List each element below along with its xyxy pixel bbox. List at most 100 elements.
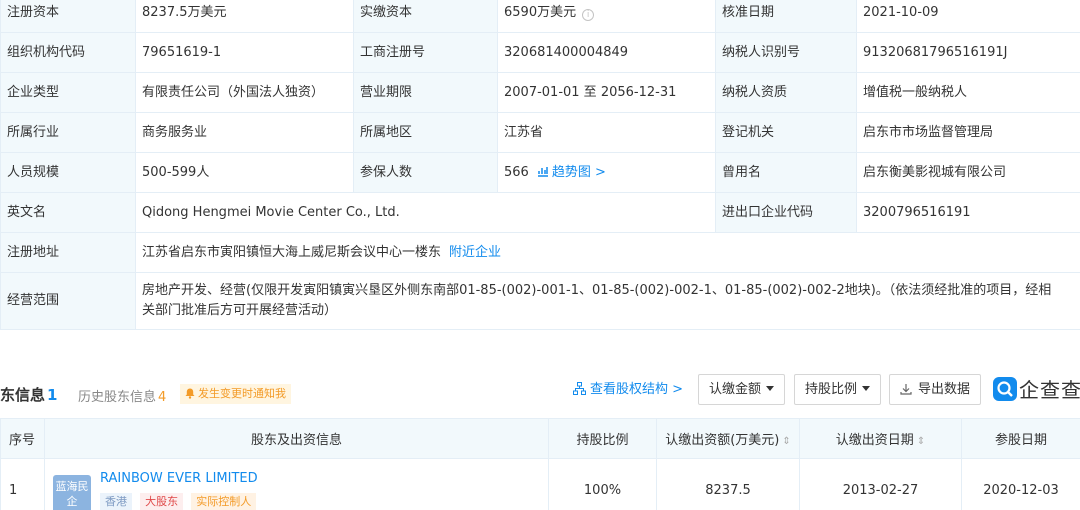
info-row: 注册资本 8237.5万美元 实缴资本 6590万美元 i 核准日期 2021-1… (0, 0, 1080, 33)
address-value: 江苏省启东市寅阳镇恒大海上威尼斯会议中心一楼东 (142, 244, 442, 260)
tag-region: 香港 (100, 492, 132, 510)
history-label: 历史股东信息 (78, 390, 157, 405)
info-value: 增值税一般纳税人 (856, 72, 1080, 113)
info-key: 所属行业 (0, 112, 136, 153)
qichacha-logo-icon (993, 376, 1017, 401)
info-icon[interactable]: i (582, 8, 595, 21)
logo-text: 企查查 (1019, 378, 1080, 402)
share-ratio-value: 100% (548, 458, 657, 510)
info-value: 2021-10-09 (856, 0, 1080, 33)
shareholder-toolbar: 股东信息1 历史股东信息4 发生变更时通知我 查看股权结构 > 认缴金额 持股比… (0, 374, 1080, 410)
info-key: 企业类型 (0, 72, 136, 113)
info-key: 实缴资本 (353, 0, 498, 33)
share-ratio-label: 持股比例 (805, 382, 858, 397)
table-header-row: 序号 股东及出资信息 持股比例 认缴出资额(万美元) ⇕ 认缴出资日期 ⇕ 参股日期 (0, 418, 1080, 459)
column-header-ratio: 持股比例 (548, 418, 657, 459)
export-label: 导出数据 (918, 382, 971, 397)
table-row: 1 蓝海民企 RAINBOW EVER LIMITED 香港 大股东 实际控制人… (0, 458, 1080, 510)
info-row: 英文名 Qidong Hengmei Movie Center Co., Ltd… (0, 192, 1080, 233)
shareholder-info: 蓝海民企 RAINBOW EVER LIMITED 香港 大股东 实际控制人 (53, 471, 548, 510)
info-value: 江苏省启东市寅阳镇恒大海上威尼斯会议中心一楼东 附近企业 (135, 232, 1080, 273)
chevron-down-icon (862, 386, 871, 391)
info-value: 江苏省 (497, 112, 716, 153)
info-key: 营业期限 (353, 72, 498, 113)
qichacha-logo: 企查查 (993, 374, 1080, 404)
info-key: 英文名 (0, 192, 136, 233)
info-value: 3200796516191 (856, 192, 1080, 233)
download-icon (900, 384, 912, 395)
business-scope-value: 房地产开发、经营(仅限开发寅阳镇寅兴垦区外侧东南部01-85-(002)-001… (135, 272, 1080, 330)
subscribe-date-header-label: 认缴出资日期 (835, 433, 914, 448)
column-header-join-date: 参股日期 (961, 418, 1080, 459)
trend-chart-icon (537, 166, 548, 177)
nearby-companies-link[interactable]: 附近企业 (449, 245, 501, 260)
info-key: 组织机构代码 (0, 32, 136, 73)
history-shareholder-tab[interactable]: 历史股东信息 4 (78, 386, 166, 405)
company-logo: 蓝海民企 (53, 474, 91, 510)
info-value: 320681400004849 (497, 32, 716, 73)
info-key: 纳税人识别号 (715, 32, 857, 73)
info-value: 启东衡美影视城有限公司 (856, 152, 1080, 193)
info-key: 曾用名 (715, 152, 857, 193)
info-value: 566 趋势图 > (497, 152, 716, 193)
column-header-amount[interactable]: 认缴出资额(万美元) ⇕ (656, 418, 800, 459)
export-button[interactable]: 导出数据 (889, 374, 982, 405)
info-value: Qidong Hengmei Movie Center Co., Ltd. (135, 192, 716, 233)
join-date-value: 2020-12-03 (961, 458, 1080, 510)
info-value: 500-599人 (135, 152, 354, 193)
paid-capital-value: 6590万美元 (504, 4, 577, 20)
info-row: 人员规模 500-599人 参保人数 566 趋势图 > 曾用名 启东衡美影视城有… (0, 152, 1080, 193)
shareholder-cell: 蓝海民企 RAINBOW EVER LIMITED 香港 大股东 实际控制人 (44, 458, 549, 510)
info-row: 所属行业 商务服务业 所属地区 江苏省 登记机关 启东市市场监督管理局 (0, 112, 1080, 153)
info-key: 参保人数 (353, 152, 498, 193)
bell-icon (185, 388, 195, 399)
trend-chart-label: 趋势图 > (551, 164, 606, 180)
equity-link-label: 查看股权结构 > (590, 382, 684, 397)
history-count: 4 (158, 390, 167, 405)
change-notify-button[interactable]: 发生变更时通知我 (180, 384, 291, 404)
info-value: 79651619-1 (135, 32, 354, 73)
info-value: 2007-01-01 至 2056-12-31 (497, 72, 716, 113)
info-row: 组织机构代码 79651619-1 工商注册号 320681400004849 … (0, 32, 1080, 73)
sort-icon: ⇕ (916, 436, 926, 447)
info-key: 登记机关 (715, 112, 857, 153)
info-key: 核准日期 (715, 0, 857, 33)
notify-label: 发生变更时通知我 (198, 387, 286, 400)
info-value: 8237.5万美元 (135, 0, 354, 33)
insured-count: 566 (504, 164, 529, 180)
tag-major-shareholder: 大股东 (140, 492, 184, 510)
equity-structure-link[interactable]: 查看股权结构 > (573, 380, 683, 400)
info-key: 注册资本 (0, 0, 136, 33)
shareholder-table: 序号 股东及出资信息 持股比例 认缴出资额(万美元) ⇕ 认缴出资日期 ⇕ 参股日期… (0, 418, 1080, 510)
trend-chart-link[interactable]: 趋势图 > (529, 165, 606, 180)
info-value: 有限责任公司（外国法人独资） (135, 72, 354, 113)
shareholder-count: 1 (47, 386, 58, 404)
column-header-shareholder: 股东及出资信息 (44, 418, 549, 459)
info-key: 纳税人资质 (715, 72, 857, 113)
info-value: 启东市市场监督管理局 (856, 112, 1080, 153)
org-structure-icon (573, 382, 586, 395)
row-index: 1 (0, 458, 45, 510)
info-key: 注册地址 (0, 232, 136, 273)
shareholder-title: 股东信息 (0, 386, 46, 404)
basic-info-table: 注册资本 8237.5万美元 实缴资本 6590万美元 i 核准日期 2021-1… (0, 0, 1080, 330)
column-header-subscribe-date[interactable]: 认缴出资日期 ⇕ (799, 418, 962, 459)
tag-actual-controller: 实际控制人 (191, 492, 257, 510)
info-key: 工商注册号 (353, 32, 498, 73)
column-header-index: 序号 (0, 418, 45, 459)
amount-header-label: 认缴出资额(万美元) (665, 433, 780, 448)
chevron-down-icon (766, 386, 775, 391)
sort-icon: ⇕ (782, 436, 791, 447)
subscribe-date-value: 2013-02-27 (799, 458, 962, 510)
shareholder-tags: 香港 大股东 实际控制人 (100, 492, 260, 510)
share-ratio-dropdown[interactable]: 持股比例 (794, 374, 882, 405)
shareholder-tab[interactable]: 股东信息1 (0, 384, 57, 405)
shareholder-name-link[interactable]: RAINBOW EVER LIMITED (100, 471, 258, 486)
info-key: 进出口企业代码 (715, 192, 857, 233)
subscribed-amount-dropdown[interactable]: 认缴金额 (698, 374, 786, 405)
info-key: 经营范围 (0, 272, 136, 330)
info-row: 经营范围 房地产开发、经营(仅限开发寅阳镇寅兴垦区外侧东南部01-85-(002… (0, 272, 1080, 330)
info-value: 商务服务业 (135, 112, 354, 153)
info-value: 6590万美元 i (497, 0, 716, 33)
subscribed-amount-label: 认缴金额 (709, 382, 762, 397)
